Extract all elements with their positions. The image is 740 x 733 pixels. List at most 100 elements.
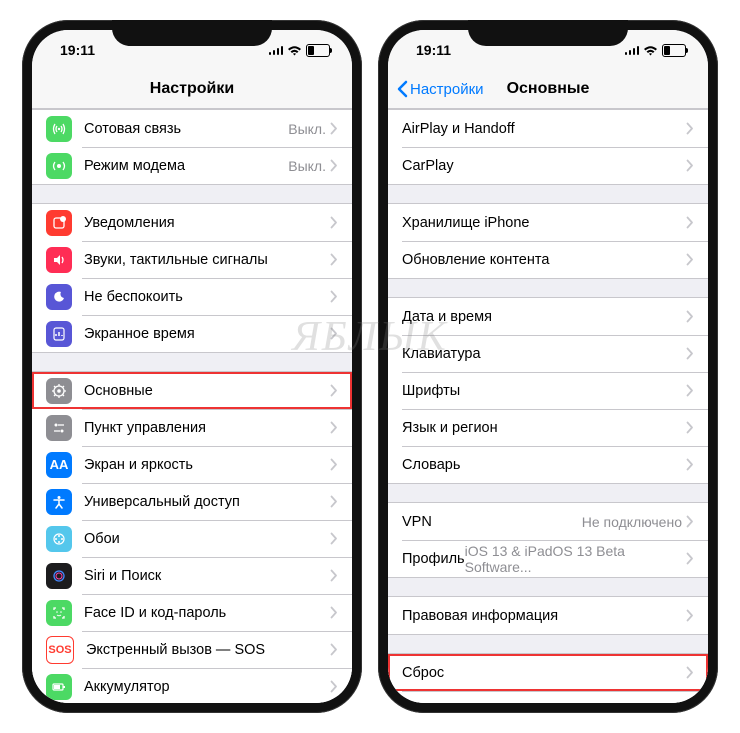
- row-label: Профиль: [402, 551, 465, 567]
- settings-row[interactable]: Хранилище iPhone: [388, 204, 708, 241]
- row-label: Режим модема: [84, 158, 288, 174]
- navbar: Настройки Основные: [388, 70, 708, 109]
- faceid-icon: [46, 600, 72, 626]
- row-label: Хранилище iPhone: [402, 215, 686, 231]
- back-label: Настройки: [410, 81, 484, 98]
- row-label: VPN: [402, 514, 582, 530]
- back-button[interactable]: Настройки: [396, 80, 484, 98]
- chevron-right-icon: [330, 327, 338, 340]
- settings-group: Сброс Выключить: [388, 653, 708, 703]
- settings-row[interactable]: Режим модемаВыкл.: [32, 147, 352, 184]
- control-icon: [46, 415, 72, 441]
- settings-row[interactable]: Сброс: [388, 654, 708, 691]
- settings-group: Правовая информация: [388, 596, 708, 635]
- battery-icon: [306, 44, 330, 57]
- settings-row[interactable]: CarPlay: [388, 147, 708, 184]
- row-label: CarPlay: [402, 158, 686, 174]
- settings-row[interactable]: Обновление контента: [388, 241, 708, 278]
- row-label: Основные: [84, 383, 330, 399]
- chevron-right-icon: [330, 532, 338, 545]
- row-value: Выкл.: [288, 158, 326, 174]
- settings-row[interactable]: Экранное время: [32, 315, 352, 352]
- phone-left: 19:11 Настройки Сотовая связьВыкл.Режим …: [22, 20, 362, 713]
- settings-group: УведомленияЗвуки, тактильные сигналы Не б…: [32, 203, 352, 353]
- settings-group: VPNНе подключеноПрофильiOS 13 & iPadOS 1…: [388, 502, 708, 578]
- row-label: Экранное время: [84, 326, 330, 342]
- row-label: Дата и время: [402, 309, 686, 325]
- wifi-icon: [643, 45, 658, 56]
- row-label: Универсальный доступ: [84, 494, 330, 510]
- chevron-right-icon: [330, 159, 338, 172]
- general-list[interactable]: AirPlay и Handoff CarPlay Хранилище iPhone…: [388, 109, 708, 703]
- settings-row[interactable]: AAЭкран и яркость: [32, 446, 352, 483]
- screentime-icon: [46, 321, 72, 347]
- battery-icon: [662, 44, 686, 57]
- battery-icon: [46, 674, 72, 700]
- settings-row[interactable]: Аккумулятор: [32, 668, 352, 703]
- settings-list[interactable]: Сотовая связьВыкл.Режим модемаВыкл.Уведо…: [32, 109, 352, 703]
- row-label: Экран и яркость: [84, 457, 330, 473]
- settings-row[interactable]: Язык и регион: [388, 409, 708, 446]
- settings-row[interactable]: Клавиатура: [388, 335, 708, 372]
- row-label: Шрифты: [402, 383, 686, 399]
- row-value: Выкл.: [288, 121, 326, 137]
- row-value: iOS 13 & iPadOS 13 Beta Software...: [465, 543, 682, 575]
- siri-icon: [46, 563, 72, 589]
- settings-row[interactable]: Face ID и код-пароль: [32, 594, 352, 631]
- row-label: Siri и Поиск: [84, 568, 330, 584]
- chevron-right-icon: [330, 421, 338, 434]
- chevron-right-icon: [686, 216, 694, 229]
- chevron-right-icon: [330, 680, 338, 693]
- settings-row[interactable]: Словарь: [388, 446, 708, 483]
- settings-row[interactable]: Правовая информация: [388, 597, 708, 634]
- chevron-right-icon: [686, 421, 694, 434]
- row-label: AirPlay и Handoff: [402, 121, 686, 137]
- status-time: 19:11: [416, 42, 451, 58]
- settings-row[interactable]: Выключить: [388, 691, 708, 703]
- settings-row[interactable]: Пункт управления: [32, 409, 352, 446]
- chevron-right-icon: [330, 290, 338, 303]
- row-label: Сброс: [402, 665, 686, 681]
- chevron-right-icon: [686, 515, 694, 528]
- settings-group: AirPlay и Handoff CarPlay: [388, 109, 708, 185]
- settings-row[interactable]: VPNНе подключено: [388, 503, 708, 540]
- signal-icon: [625, 45, 640, 55]
- settings-row[interactable]: Уведомления: [32, 204, 352, 241]
- settings-row[interactable]: Обои: [32, 520, 352, 557]
- chevron-right-icon: [686, 458, 694, 471]
- chevron-right-icon: [330, 216, 338, 229]
- settings-row[interactable]: Siri и Поиск: [32, 557, 352, 594]
- settings-row[interactable]: AirPlay и Handoff: [388, 110, 708, 147]
- dnd-icon: [46, 284, 72, 310]
- settings-group: Основные Пункт управления AAЭкран и яркост…: [32, 371, 352, 703]
- phone-right: 19:11 Настройки Основные AirPlay и Hando…: [378, 20, 718, 713]
- chevron-right-icon: [686, 609, 694, 622]
- settings-row[interactable]: Дата и время: [388, 298, 708, 335]
- row-label: Словарь: [402, 457, 686, 473]
- settings-row[interactable]: Звуки, тактильные сигналы: [32, 241, 352, 278]
- settings-row[interactable]: SOSЭкстренный вызов — SOS: [32, 631, 352, 668]
- row-label: Клавиатура: [402, 346, 686, 362]
- row-label: Сотовая связь: [84, 121, 288, 137]
- row-label: Face ID и код-пароль: [84, 605, 330, 621]
- row-label: Не беспокоить: [84, 289, 330, 305]
- page-title: Основные: [507, 80, 590, 98]
- row-label: Язык и регион: [402, 420, 686, 436]
- settings-row[interactable]: Сотовая связьВыкл.: [32, 110, 352, 147]
- chevron-right-icon: [686, 666, 694, 679]
- hotspot-icon: [46, 153, 72, 179]
- row-label: Пункт управления: [84, 420, 330, 436]
- row-value: Не подключено: [582, 514, 682, 530]
- row-label: Обои: [84, 531, 330, 547]
- settings-row[interactable]: ПрофильiOS 13 & iPadOS 13 Beta Software.…: [388, 540, 708, 577]
- settings-row[interactable]: Шрифты: [388, 372, 708, 409]
- chevron-left-icon: [396, 80, 408, 98]
- sounds-icon: [46, 247, 72, 273]
- settings-row[interactable]: Основные: [32, 372, 352, 409]
- notch: [468, 20, 628, 46]
- chevron-right-icon: [330, 253, 338, 266]
- row-label: Выключить: [402, 702, 694, 704]
- settings-row[interactable]: Универсальный доступ: [32, 483, 352, 520]
- settings-row[interactable]: Не беспокоить: [32, 278, 352, 315]
- status-indicators: [269, 44, 331, 57]
